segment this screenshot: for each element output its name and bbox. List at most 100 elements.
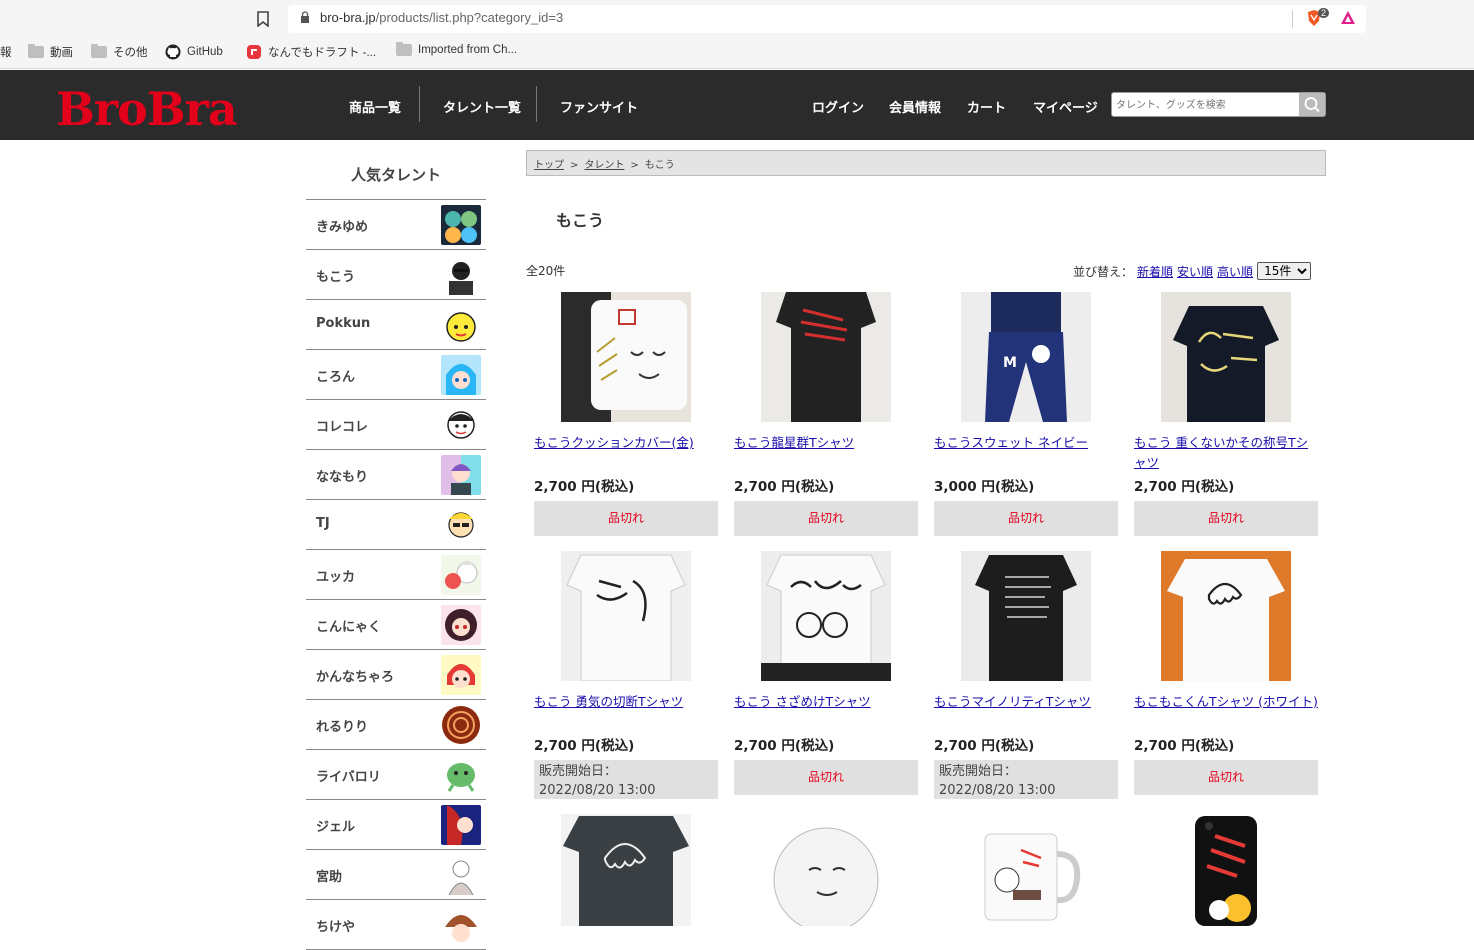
product-name[interactable]: もこう 重くないかその称号Tシャツ [1134,433,1318,473]
release-label: 販売開始日： [939,764,1018,779]
product-name[interactable]: もこうクッションカバー(金) [534,433,718,453]
bookmark-label: なんでもドラフト -... [268,47,377,59]
sort-highest[interactable]: 高い順 [1217,263,1253,280]
nav-login[interactable]: ログイン [812,97,864,116]
bookmark-label: GitHub [187,46,223,58]
brave-rewards-icon[interactable] [1340,10,1356,26]
github-icon [165,44,181,60]
talent-item[interactable]: こんにゃく [306,600,486,650]
sort-newest[interactable]: 新着順 [1137,263,1173,280]
product-image[interactable] [561,551,691,681]
bookmark-label: 報 [0,47,12,59]
bookmark-item[interactable]: 報 [0,44,12,60]
product-image[interactable] [761,814,891,926]
talent-list: きみゆめ もこう Pokkun ころん コレコレ ななもり TJ ユッカ こんに… [306,199,486,950]
sort-bar: 並び替え： 新着順 安い順 高い順 15件 [1073,262,1312,280]
folder-icon [91,44,107,58]
talent-item[interactable]: かんなちゃろ [306,650,486,700]
talent-avatar [441,605,481,645]
extension-badge: 2 [1318,8,1330,18]
nav-divider [419,86,420,122]
sold-out-badge: 品切れ [1134,760,1318,795]
talent-item[interactable]: 宮助 [306,850,486,900]
talent-item[interactable]: れるりり [306,700,486,750]
talent-name: ユッカ [316,570,356,585]
product-image[interactable] [761,551,891,681]
breadcrumb-current: もこう [644,160,675,171]
talent-item[interactable]: TJ [306,500,486,550]
talent-item[interactable]: ユッカ [306,550,486,600]
bookmark-item[interactable]: なんでもドラフト -... [246,44,376,60]
product-name[interactable]: もこうマイノリティTシャツ [934,692,1118,712]
search-input[interactable] [1116,97,1301,113]
nav-products[interactable]: 商品一覧 [349,97,401,116]
product-image[interactable] [561,292,691,422]
per-page-select[interactable]: 15件 [1257,262,1312,280]
talent-item[interactable]: ジェル [306,800,486,850]
bookmark-folder[interactable]: Imported from Ch... [396,42,517,56]
sold-out-badge: 品切れ [734,760,918,795]
talent-item[interactable]: もこう [306,250,486,300]
talent-name: コレコレ [316,420,369,435]
talent-name: ジェル [316,820,356,835]
talent-avatar [441,205,481,245]
product-price: 2,700 円(税込) [1134,738,1235,754]
breadcrumb-separator: > [630,160,639,171]
breadcrumb-top[interactable]: トップ [534,160,564,171]
product-image[interactable] [961,551,1091,681]
nav-fansite[interactable]: ファンサイト [560,97,638,116]
talent-name: もこう [316,270,356,285]
talent-avatar [441,255,481,295]
talent-item[interactable]: コレコレ [306,400,486,450]
talent-item[interactable]: ころん [306,350,486,400]
product-name[interactable]: もこうスウェット ネイビー [934,433,1118,453]
search-button[interactable] [1299,93,1325,116]
nav-talents[interactable]: タレント一覧 [443,97,521,116]
talent-item[interactable]: ライバロリ [306,750,486,800]
product-image[interactable] [961,814,1091,926]
product-name[interactable]: もこう 勇気の切断Tシャツ [534,692,718,712]
talent-avatar [441,305,481,345]
nav-cart[interactable]: カート [967,97,1006,116]
talent-name: TJ [316,516,330,531]
svg-text:M: M [1003,355,1017,371]
bookmark-icon[interactable] [256,11,270,27]
product-price: 2,700 円(税込) [534,738,635,754]
talent-item[interactable]: ちけや [306,900,486,950]
product-image[interactable] [761,292,891,422]
product-image[interactable] [561,814,691,926]
talent-item[interactable]: きみゆめ [306,200,486,250]
bookmark-label: 動画 [50,47,73,59]
product-price: 2,700 円(税込) [534,479,635,495]
nav-member-info[interactable]: 会員情報 [889,97,941,116]
talent-avatar [441,905,481,945]
nav-mypage[interactable]: マイページ [1033,97,1098,116]
product-name[interactable]: もこう さざめけTシャツ [734,692,918,712]
talent-avatar [441,405,481,445]
site-logo[interactable]: BroBra [56,82,238,136]
product-image[interactable] [1161,814,1291,926]
talent-item[interactable]: Pokkun [306,300,486,350]
talent-avatar [441,805,481,845]
sold-out-badge: 品切れ [934,501,1118,536]
product-name[interactable]: もこもこくんTシャツ (ホワイト) [1134,692,1318,712]
talent-avatar [441,655,481,695]
bookmark-folder[interactable]: その他 [91,44,148,60]
talent-name: きみゆめ [316,220,369,235]
release-date-box: 販売開始日： 2022/08/20 13:00 [934,760,1118,799]
product-image[interactable]: M [961,292,1091,422]
talent-name: れるりり [316,720,369,735]
bookmark-folder[interactable]: 動画 [28,44,73,60]
product-image[interactable] [1161,292,1291,422]
folder-icon [396,42,412,56]
sort-label: 並び替え： [1073,264,1134,279]
bookmark-item[interactable]: GitHub [165,44,223,60]
sort-cheapest[interactable]: 安い順 [1177,263,1213,280]
product-price: 2,700 円(税込) [734,479,835,495]
draft-app-icon [247,45,261,59]
product-name[interactable]: もこう龍星群Tシャツ [734,433,918,453]
talent-avatar [441,455,481,495]
product-image[interactable] [1161,551,1291,681]
talent-item[interactable]: ななもり [306,450,486,500]
breadcrumb-talent[interactable]: タレント [584,160,624,171]
